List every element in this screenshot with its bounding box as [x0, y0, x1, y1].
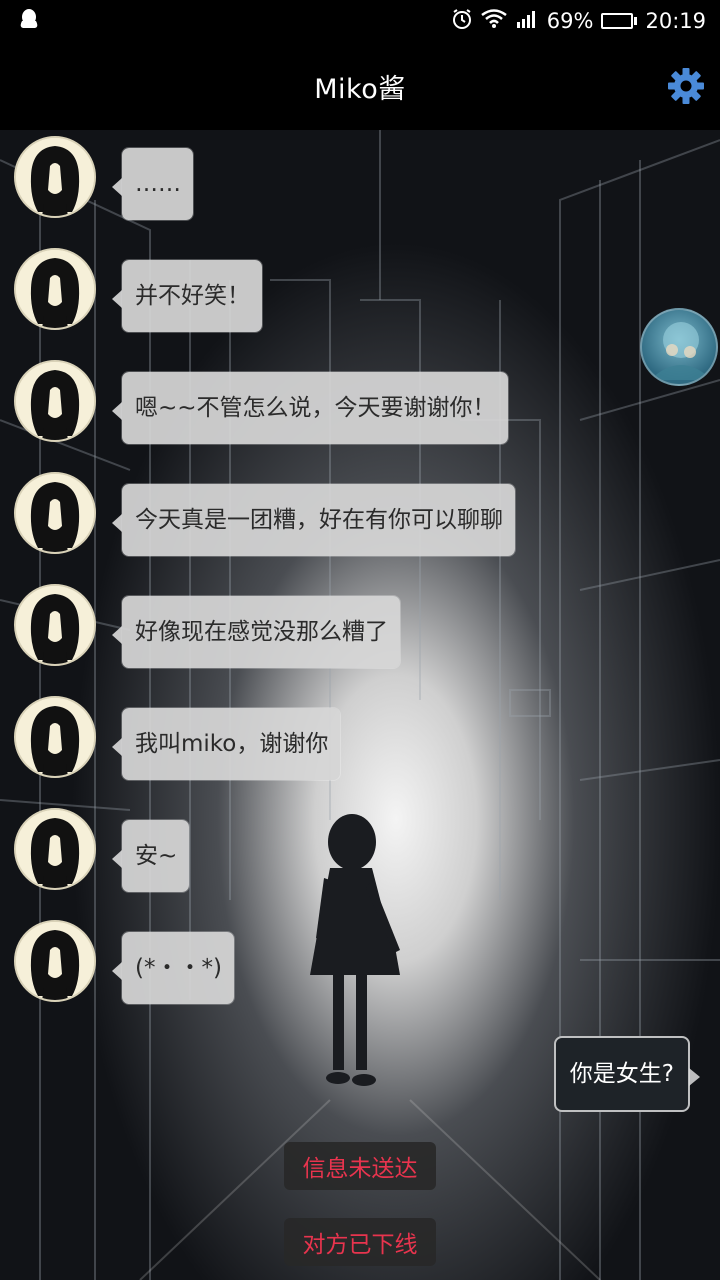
message-bubble[interactable]: 好像现在感觉没那么糟了 — [112, 596, 400, 668]
miko-avatar[interactable] — [14, 696, 96, 778]
miko-avatar[interactable] — [14, 584, 96, 666]
message-bubble[interactable]: 今天真是一团糟，好在有你可以聊聊 — [112, 484, 515, 556]
miko-avatar[interactable] — [14, 920, 96, 1002]
message-bubble[interactable]: (*・・*) — [112, 932, 234, 1004]
gear-icon — [668, 68, 704, 104]
message-row: …… — [14, 136, 193, 220]
message-bubble[interactable]: 安~ — [111, 820, 190, 892]
undelivered-notice: 信息未送达 — [284, 1142, 436, 1190]
message-bubble[interactable]: 我叫miko，谢谢你 — [111, 708, 341, 780]
message-bubble[interactable]: 并不好笑！ — [112, 260, 262, 332]
message-bubble[interactable]: …… — [112, 148, 193, 220]
battery-percent: 69% — [546, 9, 594, 33]
status-bar: 69% 20:19 — [0, 0, 720, 42]
chat-title: Miko酱 — [314, 73, 406, 105]
miko-avatar[interactable] — [14, 136, 96, 218]
chat-screen: 69% 20:19 Miko酱 …… 并不好笑！ 嗯~~不管怎么说，今天要谢谢你… — [0, 0, 720, 1280]
message-row: 今天真是一团糟，好在有你可以聊聊 — [14, 472, 515, 556]
clock: 20:19 — [645, 9, 706, 33]
battery-icon — [601, 13, 638, 29]
miko-avatar[interactable] — [14, 808, 96, 890]
chat-header: Miko酱 — [0, 42, 720, 130]
settings-button[interactable] — [666, 66, 706, 106]
user-avatar[interactable] — [640, 308, 718, 386]
message-row: 并不好笑！ — [14, 248, 262, 332]
message-row: 我叫miko，谢谢你 — [14, 696, 341, 780]
miko-avatar[interactable] — [14, 472, 96, 554]
miko-avatar[interactable] — [14, 248, 96, 330]
miko-avatar[interactable] — [14, 360, 96, 442]
message-bubble[interactable]: 嗯~~不管怎么说，今天要谢谢你！ — [112, 372, 508, 444]
message-row: 好像现在感觉没那么糟了 — [14, 584, 400, 668]
offline-notice: 对方已下线 — [284, 1218, 436, 1266]
sent-message-bubble[interactable]: 你是女生? — [553, 1036, 701, 1112]
message-row: 安~ — [14, 808, 190, 892]
qq-icon — [18, 7, 40, 36]
wifi-icon — [481, 8, 507, 34]
message-row: (*・・*) — [14, 920, 234, 1004]
message-row: 嗯~~不管怎么说，今天要谢谢你！ — [14, 360, 508, 444]
signal-icon — [515, 9, 539, 34]
alarm-icon — [451, 8, 473, 35]
